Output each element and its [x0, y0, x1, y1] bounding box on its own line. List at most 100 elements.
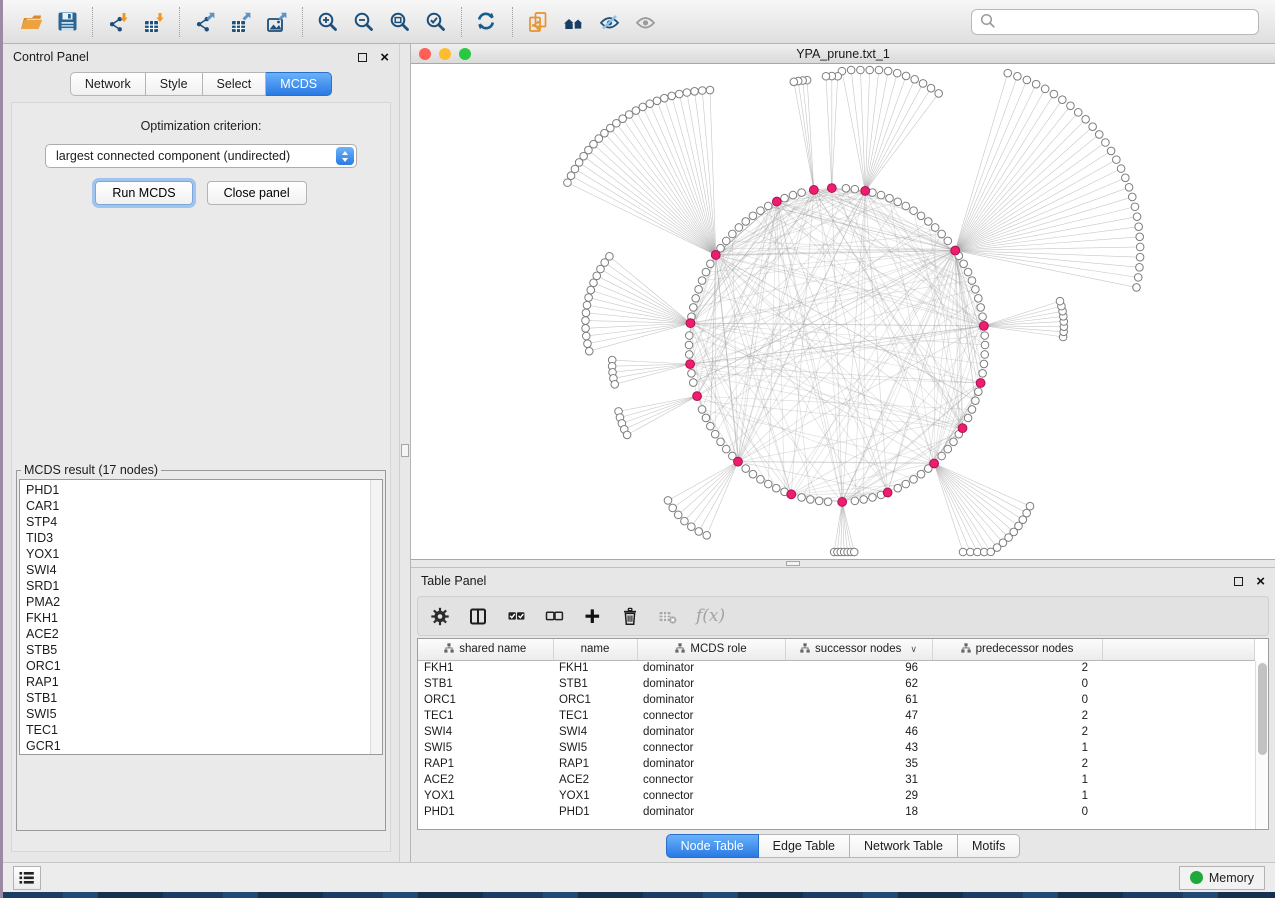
table-row[interactable]: SWI5SWI5connector431 [418, 740, 1255, 756]
cell-predecessor-nodes[interactable]: 2 [932, 756, 1102, 772]
graph-leaf-node[interactable] [585, 347, 593, 355]
graph-leaf-node[interactable] [683, 89, 691, 97]
graph-node[interactable] [707, 260, 715, 268]
cell-name[interactable]: STB1 [553, 676, 637, 692]
graph-leaf-node[interactable] [1136, 263, 1144, 271]
graph-leaf-node[interactable] [902, 72, 910, 80]
cell-predecessor-nodes[interactable]: 1 [932, 772, 1102, 788]
graph-leaf-node[interactable] [1125, 183, 1133, 191]
graph-node[interactable] [685, 351, 693, 359]
table-tab-node-table[interactable]: Node Table [666, 834, 759, 858]
mcds-result-item[interactable]: PMA2 [26, 594, 368, 610]
graph-dominator-node[interactable] [693, 392, 702, 401]
graph-leaf-node[interactable] [1136, 233, 1144, 241]
cell-predecessor-nodes[interactable]: 0 [932, 692, 1102, 708]
cell-successor-nodes[interactable]: 18 [785, 804, 932, 820]
graph-node[interactable] [981, 332, 989, 340]
graph-dominator-node[interactable] [951, 246, 960, 255]
graph-leaf-node[interactable] [623, 431, 631, 439]
network-graph[interactable] [411, 64, 1274, 559]
graph-leaf-node[interactable] [1074, 109, 1082, 117]
graph-node[interactable] [772, 484, 780, 492]
cell-successor-nodes[interactable]: 35 [785, 756, 932, 772]
graph-leaf-node[interactable] [1032, 80, 1040, 88]
graph-node[interactable] [944, 445, 952, 453]
graph-node[interactable] [764, 202, 772, 210]
mcds-result-list[interactable]: PHD1CAR1STP4TID3YOX1SWI4SRD1PMA2FKH1ACE2… [19, 479, 383, 755]
graph-leaf-node[interactable] [695, 528, 703, 536]
graph-node[interactable] [711, 430, 719, 438]
close-panel-icon[interactable]: × [1256, 574, 1265, 589]
graph-dominator-node[interactable] [958, 424, 967, 433]
graph-leaf-node[interactable] [1102, 139, 1110, 147]
table-tab-network-table[interactable]: Network Table [850, 834, 958, 858]
graph-leaf-node[interactable] [1117, 165, 1125, 173]
graph-node[interactable] [979, 370, 987, 378]
cell-shared-name[interactable]: SWI4 [418, 724, 553, 740]
table-tab-motifs[interactable]: Motifs [958, 834, 1020, 858]
table-scrollbar[interactable] [1255, 661, 1268, 829]
float-panel-icon[interactable] [1234, 577, 1243, 586]
graph-node[interactable] [798, 189, 806, 197]
cell-mcds-role[interactable]: dominator [637, 676, 785, 692]
graph-leaf-node[interactable] [582, 309, 590, 317]
close-panel-button[interactable]: Close panel [207, 181, 307, 205]
memory-button[interactable]: Memory [1179, 866, 1265, 890]
graph-node[interactable] [757, 207, 765, 215]
graph-leaf-node[interactable] [1136, 243, 1144, 251]
first-neighbors-icon[interactable] [556, 6, 592, 38]
graph-node[interactable] [869, 494, 877, 502]
graph-node[interactable] [924, 218, 932, 226]
graph-leaf-node[interactable] [653, 97, 661, 105]
mcds-result-item[interactable]: SRD1 [26, 578, 368, 594]
table-row[interactable]: TEC1TEC1connector472 [418, 708, 1255, 724]
mcds-result-item[interactable]: STP4 [26, 514, 368, 530]
cell-predecessor-nodes[interactable]: 0 [932, 804, 1102, 820]
tab-network[interactable]: Network [70, 72, 146, 96]
graph-leaf-node[interactable] [1023, 76, 1031, 84]
graph-dominator-node[interactable] [861, 186, 870, 195]
search-box[interactable] [971, 9, 1259, 35]
cell-name[interactable]: FKH1 [553, 660, 637, 676]
tab-select[interactable]: Select [203, 72, 267, 96]
graph-node[interactable] [698, 277, 706, 285]
float-panel-icon[interactable] [358, 53, 367, 62]
graph-leaf-node[interactable] [668, 92, 676, 100]
graph-node[interactable] [842, 184, 850, 192]
cell-successor-nodes[interactable]: 46 [785, 724, 932, 740]
mcds-result-item[interactable]: STB5 [26, 642, 368, 658]
dropdown-stepper-icon[interactable] [336, 147, 354, 165]
graph-node[interactable] [824, 498, 832, 506]
graph-node[interactable] [735, 224, 743, 232]
graph-node[interactable] [902, 202, 910, 210]
graph-node[interactable] [807, 496, 815, 504]
graph-leaf-node[interactable] [582, 332, 590, 340]
cell-name[interactable]: PHD1 [553, 804, 637, 820]
graph-node[interactable] [894, 198, 902, 206]
graph-node[interactable] [917, 212, 925, 220]
graph-leaf-node[interactable] [584, 340, 592, 348]
cell-shared-name[interactable]: FKH1 [418, 660, 553, 676]
graph-leaf-node[interactable] [857, 66, 865, 74]
cell-shared-name[interactable]: TEC1 [418, 708, 553, 724]
cell-mcds-role[interactable]: dominator [637, 724, 785, 740]
graph-leaf-node[interactable] [698, 87, 706, 95]
graph-leaf-node[interactable] [582, 324, 590, 332]
cell-predecessor-nodes[interactable]: 1 [932, 740, 1102, 756]
graph-node[interactable] [886, 194, 894, 202]
graph-node[interactable] [972, 286, 980, 294]
cell-predecessor-nodes[interactable]: 2 [932, 708, 1102, 724]
table-scrollbar-thumb[interactable] [1258, 663, 1267, 755]
search-input[interactable] [996, 15, 1251, 29]
cell-shared-name[interactable]: PHD1 [418, 804, 553, 820]
graph-leaf-node[interactable] [1134, 274, 1142, 282]
graph-node[interactable] [729, 230, 737, 238]
graph-leaf-node[interactable] [1089, 123, 1097, 131]
graph-node[interactable] [685, 341, 693, 349]
graph-leaf-node[interactable] [587, 286, 595, 294]
graph-leaf-node[interactable] [582, 317, 590, 325]
graph-node[interactable] [815, 497, 823, 505]
graph-leaf-node[interactable] [850, 548, 858, 556]
graph-node[interactable] [749, 470, 757, 478]
graph-node[interactable] [702, 414, 710, 422]
